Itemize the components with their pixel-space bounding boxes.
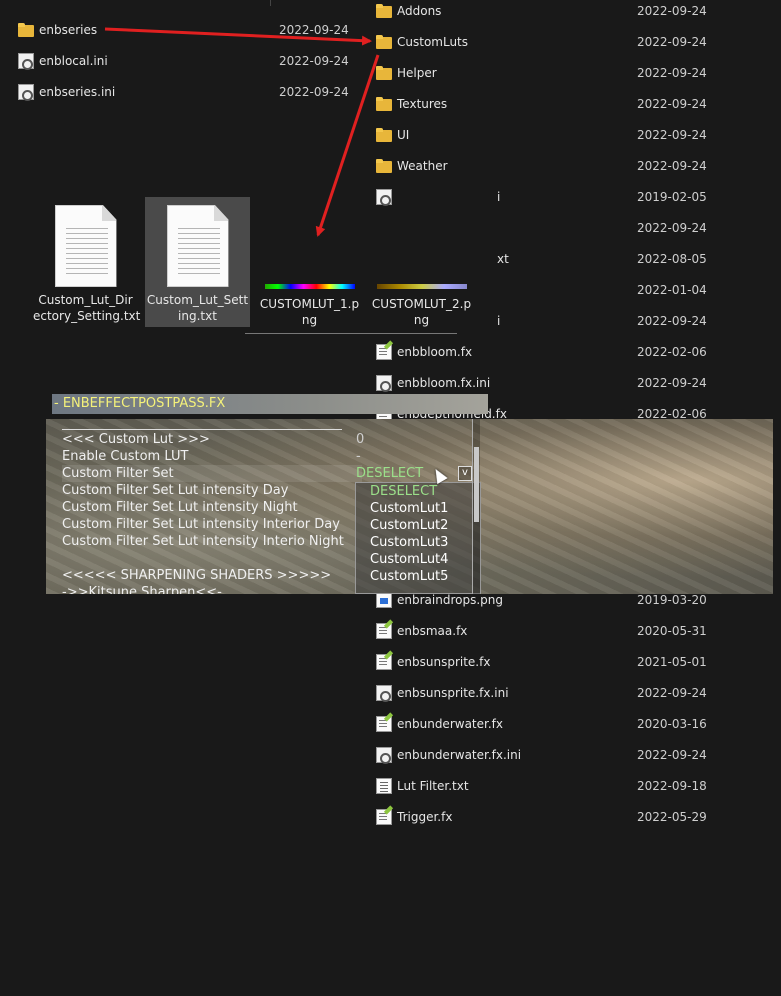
annotation-arrows [104,27,380,237]
arrow-to-customluts [104,27,372,46]
arrow-to-tiles [315,54,380,237]
